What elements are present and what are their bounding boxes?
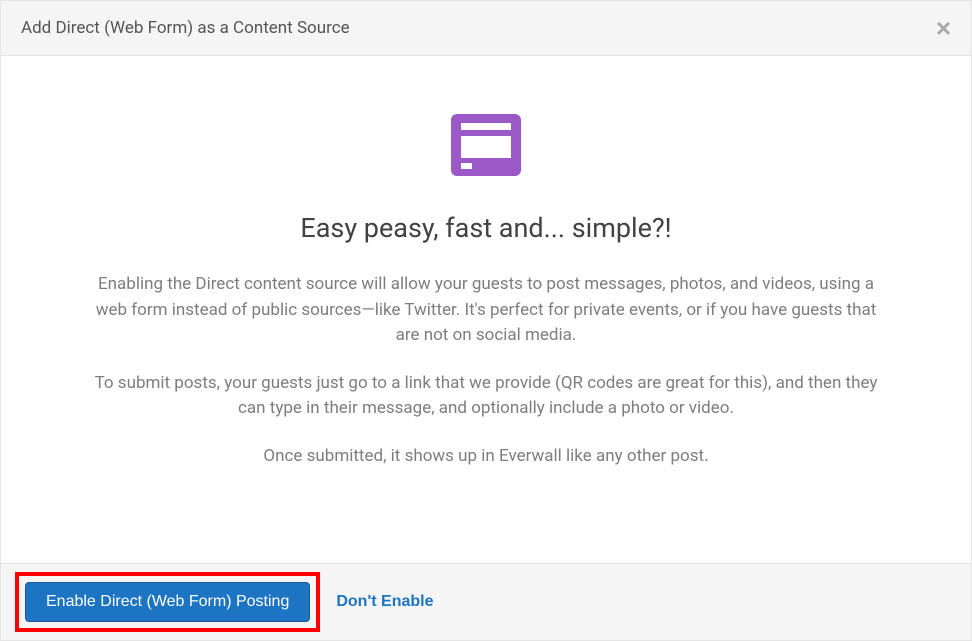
modal-body: Easy peasy, fast and... simple?! Enablin… [1, 56, 971, 563]
dont-enable-button[interactable]: Don't Enable [332, 583, 437, 621]
modal-header: Add Direct (Web Form) as a Content Sourc… [1, 1, 971, 56]
icon-wrap [91, 106, 881, 184]
add-content-source-modal: Add Direct (Web Form) as a Content Sourc… [0, 0, 972, 641]
description-paragraph-2: To submit posts, your guests just go to … [91, 371, 881, 422]
close-icon: × [936, 13, 951, 43]
description: Enabling the Direct content source will … [91, 272, 881, 469]
description-paragraph-3: Once submitted, it shows up in Everwall … [91, 444, 881, 470]
headline: Easy peasy, fast and... simple?! [91, 212, 881, 244]
enable-button[interactable]: Enable Direct (Web Form) Posting [25, 582, 310, 622]
web-form-icon [447, 106, 525, 184]
modal-footer: Enable Direct (Web Form) Posting Don't E… [1, 563, 971, 640]
highlight-box: Enable Direct (Web Form) Posting [15, 572, 320, 632]
modal-title: Add Direct (Web Form) as a Content Sourc… [21, 18, 350, 38]
close-button[interactable]: × [936, 15, 951, 41]
description-paragraph-1: Enabling the Direct content source will … [91, 272, 881, 349]
